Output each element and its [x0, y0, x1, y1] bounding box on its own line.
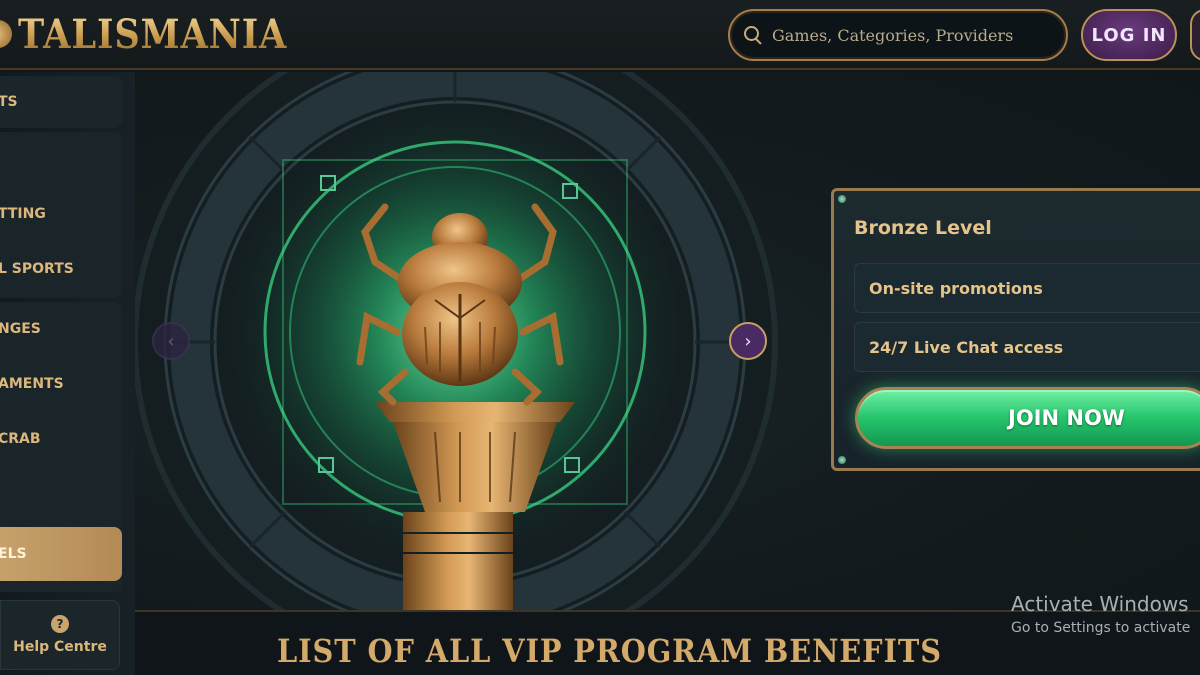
search-input[interactable] — [772, 25, 1052, 45]
carousel-next-button[interactable]: › — [729, 322, 767, 360]
sidebar-item-betting[interactable]: TTING — [0, 189, 122, 239]
help-centre-label: Help Centre — [13, 639, 107, 655]
sidebar-item-challenges[interactable]: NGES — [0, 304, 122, 354]
carousel-prev-button[interactable]: ‹ — [152, 322, 190, 360]
sidebar: TS TTING L SPORTS NGES AMENTS CRAB ELS — [0, 72, 135, 675]
sidebar-item-label: TS — [0, 94, 18, 110]
logo-text: TALISMANIA — [18, 10, 288, 58]
top-header: TALISMANIA LOG IN — [0, 0, 1200, 70]
logo-emblem-icon — [0, 20, 12, 48]
talismania-logo[interactable]: TALISMANIA — [0, 8, 324, 60]
sidebar-item-vip-levels[interactable]: ELS — [0, 527, 122, 581]
sidebar-item-virtual-sports[interactable]: L SPORTS — [0, 244, 122, 294]
sidebar-item-label: ELS — [0, 546, 27, 562]
sidebar-item-sports[interactable]: TS — [0, 76, 122, 128]
sidebar-item-label: NGES — [0, 321, 41, 337]
help-icon: ? — [51, 615, 69, 633]
card-rivet — [838, 195, 846, 203]
activate-windows-watermark: Activate Windows Go to Settings to activ… — [1011, 592, 1190, 636]
benefit-item: 24/7 Live Chat access — [854, 322, 1200, 372]
search-icon — [744, 26, 762, 44]
sidebar-item-label: AMENTS — [0, 376, 64, 392]
level-title: Bronze Level — [854, 217, 992, 239]
sidebar-item-label: TTING — [0, 206, 46, 222]
login-button[interactable]: LOG IN — [1081, 9, 1177, 61]
sidebar-item-tournaments[interactable]: AMENTS — [0, 359, 122, 409]
sidebar-item-label: L SPORTS — [0, 261, 74, 277]
join-now-button[interactable]: JOIN NOW — [855, 387, 1200, 449]
benefit-item: On-site promotions — [854, 263, 1200, 313]
help-centre-button[interactable]: ? Help Centre — [0, 600, 120, 670]
sidebar-item-crab[interactable]: CRAB — [0, 414, 122, 464]
sidebar-item-label: CRAB — [0, 431, 41, 447]
search-box[interactable] — [728, 9, 1068, 61]
watermark-subtitle: Go to Settings to activate — [1011, 620, 1191, 636]
card-rivet — [838, 456, 846, 464]
register-button-partial[interactable] — [1190, 9, 1200, 61]
section-heading: LIST OF ALL VIP PROGRAM BENEFITS — [277, 632, 942, 670]
watermark-title: Activate Windows — [1011, 592, 1189, 616]
